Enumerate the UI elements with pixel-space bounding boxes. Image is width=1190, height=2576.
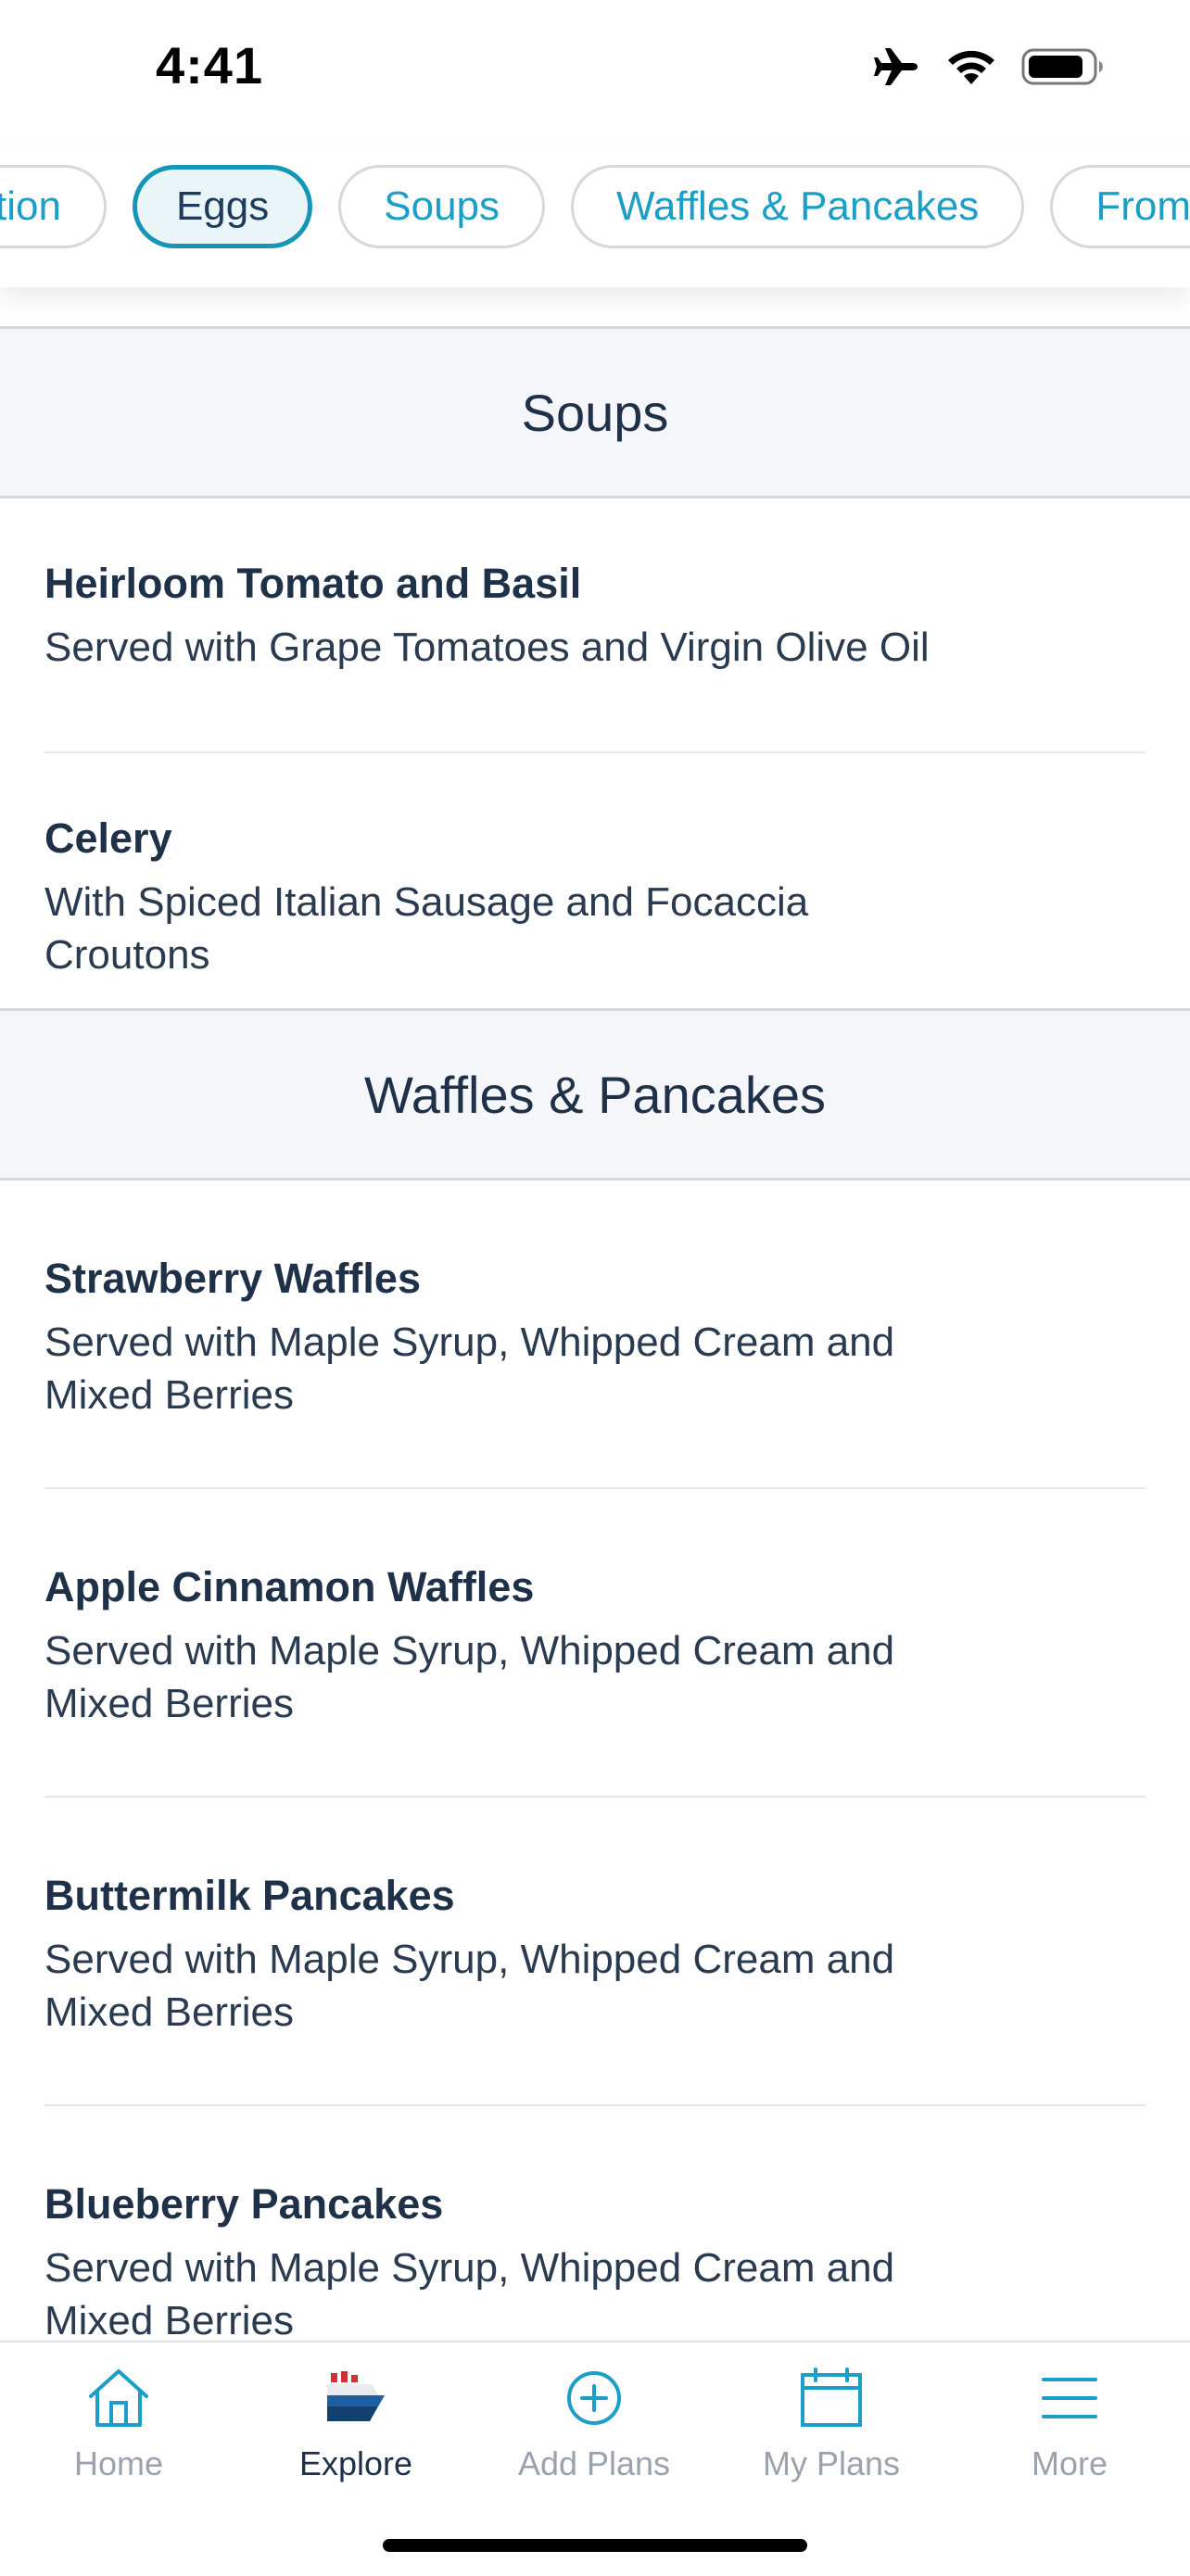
menu-content: Soups Heirloom Tomato and Basil Served w… <box>0 326 1190 2415</box>
menu-item[interactable]: Apple Cinnamon Waffles Served with Maple… <box>44 1489 1146 1798</box>
item-description: Served with Maple Syrup, Whipped Cream a… <box>44 1628 895 1726</box>
item-description: Served with Grape Tomatoes and Virgin Ol… <box>44 625 930 670</box>
item-name: Strawberry Waffles <box>44 1255 421 1302</box>
item-name: Buttermilk Pancakes <box>44 1872 455 1919</box>
tab-label: Add Plans <box>517 2444 671 2482</box>
tab-label: My Plans <box>762 2444 901 2482</box>
battery-icon <box>1021 46 1107 87</box>
item-description: With Spiced Italian Sausage and Focaccia… <box>44 879 809 978</box>
chip-partial-right[interactable]: From <box>1050 165 1190 248</box>
tab-home[interactable]: Home <box>0 2361 237 2483</box>
tab-label: More <box>1031 2444 1108 2482</box>
section-header-waffles-pancakes: Waffles & Pancakes <box>0 1008 1190 1181</box>
item-description: Served with Maple Syrup, Whipped Cream a… <box>44 1320 895 1418</box>
plus-circle-icon <box>475 2361 713 2435</box>
airplane-mode-icon <box>871 46 921 87</box>
tab-label: Home <box>73 2444 164 2482</box>
item-description: Served with Maple Syrup, Whipped Cream a… <box>44 1937 895 2035</box>
bottom-tab-bar: Home Explore Add Plans My Plans More <box>0 2341 1190 2576</box>
tab-more[interactable]: More <box>951 2361 1188 2483</box>
home-indicator[interactable] <box>383 2539 807 2552</box>
calendar-icon <box>713 2361 950 2435</box>
chip-waffles-pancakes[interactable]: Waffles & Pancakes <box>571 165 1025 248</box>
menu-item[interactable]: Buttermilk Pancakes Served with Maple Sy… <box>44 1798 1146 2106</box>
item-name: Apple Cinnamon Waffles <box>44 1563 535 1610</box>
tab-explore[interactable]: Explore <box>237 2361 475 2483</box>
tab-label: Explore <box>298 2444 413 2482</box>
house-icon <box>0 2361 237 2435</box>
menu-item[interactable]: Heirloom Tomato and Basil Served with Gr… <box>44 499 1146 753</box>
chip-eggs[interactable]: Eggs <box>132 165 313 248</box>
status-time: 4:41 <box>156 36 264 95</box>
chip-partial-left[interactable]: tion <box>0 165 107 248</box>
wifi-icon <box>945 47 997 86</box>
menu-item[interactable]: Strawberry Waffles Served with Maple Syr… <box>44 1181 1146 1489</box>
item-name: Blueberry Pancakes <box>44 2180 444 2228</box>
tab-add-plans[interactable]: Add Plans <box>475 2361 713 2483</box>
status-icons <box>871 46 1107 87</box>
status-bar: 4:41 <box>0 0 1190 148</box>
chip-soups[interactable]: Soups <box>338 165 546 248</box>
tab-my-plans[interactable]: My Plans <box>713 2361 950 2483</box>
item-name: Heirloom Tomato and Basil <box>44 560 582 607</box>
item-description: Served with Maple Syrup, Whipped Cream a… <box>44 2245 895 2343</box>
menu-icon <box>951 2361 1188 2435</box>
item-name: Celery <box>44 814 172 862</box>
ship-icon <box>237 2361 475 2435</box>
category-chip-bar[interactable]: tion Eggs Soups Waffles & Pancakes From <box>0 148 1190 287</box>
menu-item[interactable]: Celery With Spiced Italian Sausage and F… <box>44 753 1146 1008</box>
section-header-soups: Soups <box>0 326 1190 499</box>
